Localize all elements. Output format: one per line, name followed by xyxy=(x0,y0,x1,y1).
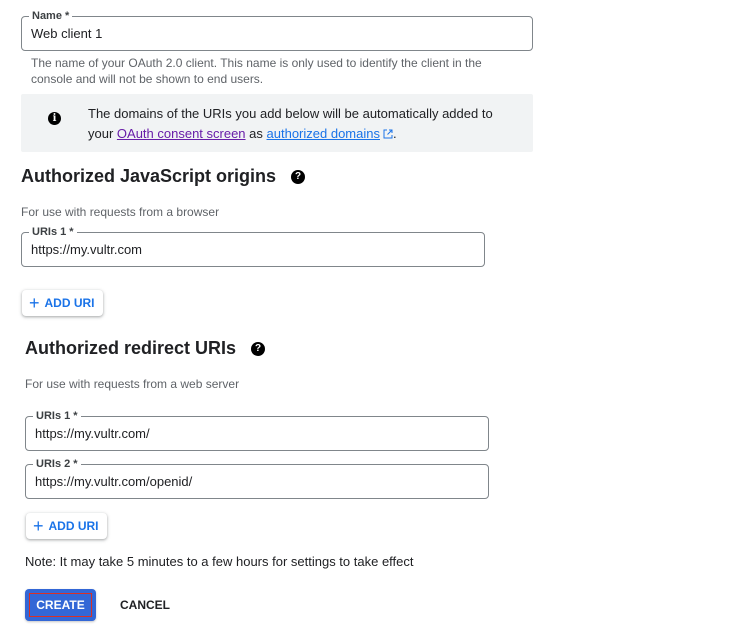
name-hint: The name of your OAuth 2.0 client. This … xyxy=(31,56,482,86)
plus-icon: + xyxy=(33,516,44,536)
js-origin-uri-1-field[interactable]: URIs 1 * xyxy=(21,226,485,267)
plus-icon: + xyxy=(29,293,40,313)
js-origins-title-text: Authorized JavaScript origins xyxy=(21,166,277,186)
help-icon[interactable]: ? xyxy=(251,341,266,356)
help-icon[interactable]: ? xyxy=(291,169,306,184)
create-button[interactable]: CREATE xyxy=(25,589,96,621)
create-button-label: CREATE xyxy=(29,593,92,617)
add-uri-label: ADD URI xyxy=(44,296,95,310)
js-origins-description: For use with requests from a browser xyxy=(21,205,220,219)
redirect-uris-title: Authorized redirect URIs ? xyxy=(25,338,266,359)
name-input[interactable] xyxy=(31,17,523,50)
redirect-uri-1-input[interactable] xyxy=(35,417,479,450)
info-icon: i xyxy=(48,112,61,125)
settings-note: Note: It may take 5 minutes to a few hou… xyxy=(25,554,414,569)
redirect-uris-add-uri-button[interactable]: + ADD URI xyxy=(26,513,107,539)
oauth-client-form: Name * The name of your OAuth 2.0 client… xyxy=(0,0,750,632)
name-field[interactable]: Name * xyxy=(21,10,533,51)
info-text-part: . xyxy=(392,126,397,141)
redirect-uris-description: For use with requests from a web server xyxy=(25,377,240,391)
redirect-uris-title-text: Authorized redirect URIs xyxy=(25,338,237,358)
cancel-button[interactable]: CANCEL xyxy=(110,589,180,621)
authorized-domains-link[interactable]: authorized domains xyxy=(267,126,380,141)
add-uri-label: ADD URI xyxy=(48,519,99,533)
js-origin-uri-1-input[interactable] xyxy=(31,233,475,266)
redirect-uri-2-field[interactable]: URIs 2 * xyxy=(25,458,489,499)
external-link-icon[interactable] xyxy=(383,129,393,139)
info-banner: i The domains of the URIs you add below … xyxy=(21,94,533,152)
redirect-uri-1-field[interactable]: URIs 1 * xyxy=(25,410,489,451)
oauth-consent-screen-link[interactable]: OAuth consent screen xyxy=(117,126,246,141)
js-origins-add-uri-button[interactable]: + ADD URI xyxy=(22,290,103,316)
info-text: The domains of the URIs you add below wi… xyxy=(88,104,518,144)
redirect-uri-2-input[interactable] xyxy=(35,465,479,498)
js-origins-title: Authorized JavaScript origins ? xyxy=(21,166,306,187)
info-text-part: as xyxy=(245,126,267,141)
